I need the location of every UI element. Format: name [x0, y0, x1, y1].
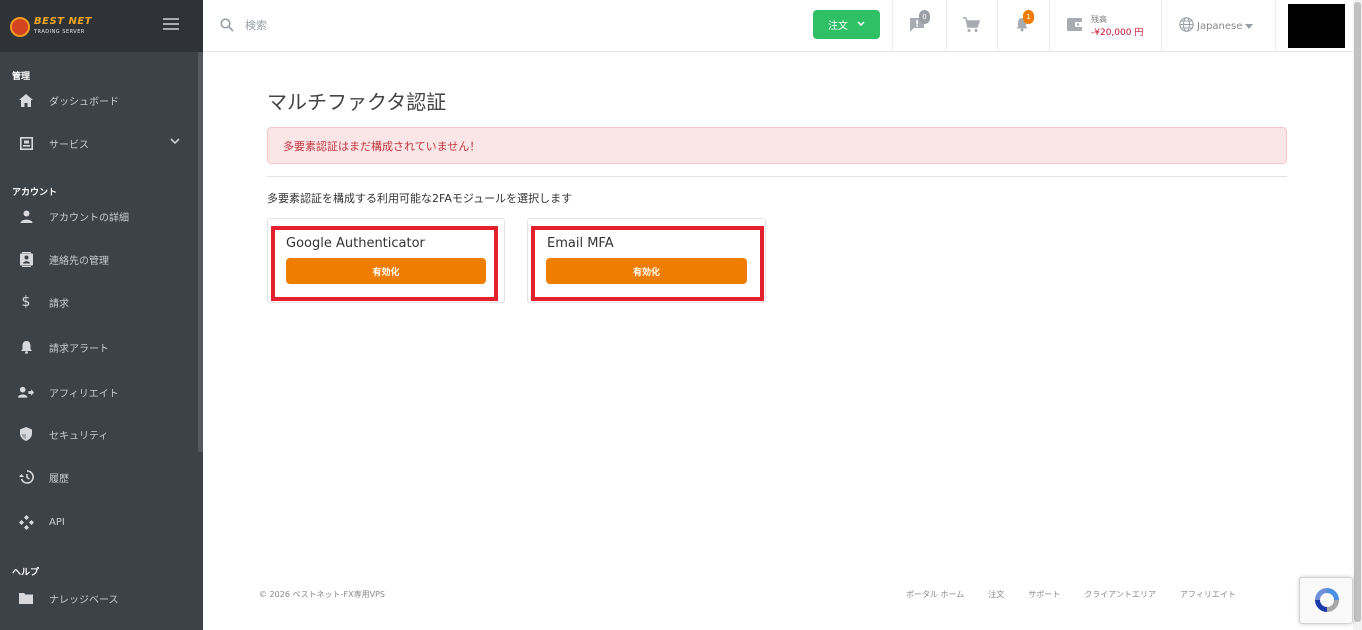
sidebar-section-manage: 管理 [12, 72, 31, 82]
sidebar-item-label: 履歴 [49, 473, 69, 485]
shield-icon [18, 426, 34, 442]
recaptcha-badge[interactable] [1299, 577, 1353, 624]
page-title: マルチファクタ認証 [267, 90, 447, 114]
sidebar-item-billing-alerts[interactable]: 請求アラート [0, 331, 198, 363]
sidebar-item-label: 連絡先の管理 [49, 255, 109, 267]
alert-text: 多要素認証はまだ構成されていません！ [283, 139, 481, 153]
language-label: Japanese [1197, 20, 1243, 32]
folder-icon [18, 590, 34, 606]
sidebar-item-label: アフィリエイト [49, 388, 119, 400]
sidebar-item-api[interactable]: API [0, 506, 198, 538]
divider [1049, 0, 1050, 52]
brand-logo[interactable]: BEST NET TRADING SERVER [8, 14, 98, 40]
messages-count-badge: 0 [919, 10, 930, 24]
sidebar-section-account: アカウント [12, 188, 58, 198]
sidebar-item-history[interactable]: 履歴 [0, 461, 198, 493]
sidebar-item-label: セキュリティ [49, 430, 109, 442]
caret-down-icon [1245, 21, 1254, 32]
module-card-google-authenticator: Google Authenticator 有効化 [267, 218, 505, 303]
divider [1275, 0, 1276, 52]
divider [1161, 0, 1162, 52]
footer-link-order[interactable]: 注文 [988, 589, 1004, 600]
page-scrollbar[interactable] [1353, 0, 1362, 630]
sidebar-item-billing[interactable]: $ 請求 [0, 286, 198, 318]
footer-link-support[interactable]: サポート [1028, 589, 1060, 600]
balance-label: 残高 [1091, 15, 1107, 24]
sidebar-item-label: アカウントの詳細 [49, 212, 129, 224]
sidebar-item-knowledgebase[interactable]: ナレッジベース [0, 582, 198, 614]
chevron-down-icon [170, 137, 180, 148]
sidebar-item-label: ナレッジベース [49, 594, 119, 606]
footer-link-client-area[interactable]: クライアントエリア [1084, 589, 1156, 600]
divider [946, 0, 947, 52]
search-input[interactable] [243, 12, 543, 38]
cart-icon[interactable] [963, 17, 981, 37]
copyright: © 2026 ベストネット-FX専用VPS [259, 590, 385, 599]
home-icon [18, 92, 34, 108]
user-icon [18, 208, 34, 224]
mfa-not-configured-alert: 多要素認証はまだ構成されていません！ [267, 127, 1287, 164]
footer-link-affiliates[interactable]: アフィリエイト [1180, 589, 1236, 600]
brand-title: BEST NET [34, 16, 92, 27]
divider [267, 176, 1287, 177]
sidebar-item-label: 請求アラート [49, 343, 109, 355]
sidebar-item-label: 請求 [49, 298, 69, 310]
search-icon[interactable] [220, 17, 234, 36]
sidebar-item-label: サービス [49, 139, 89, 151]
divider [997, 0, 998, 52]
sidebar-item-label: API [49, 516, 65, 528]
sidebar-item-contacts[interactable]: 連絡先の管理 [0, 243, 198, 275]
module-name: Email MFA [547, 236, 614, 251]
module-card-email-mfa: Email MFA 有効化 [527, 218, 766, 303]
sidebar-item-affiliates[interactable]: アフィリエイト [0, 376, 198, 408]
divider [892, 0, 893, 52]
services-icon [18, 135, 34, 151]
dollar-icon: $ [21, 294, 31, 310]
globe-icon [1179, 17, 1194, 35]
affiliate-icon [18, 384, 34, 400]
order-button[interactable]: 注文 [813, 10, 880, 39]
logo-bar: BEST NET TRADING SERVER [0, 0, 203, 52]
logo-mark-icon [10, 17, 30, 37]
recaptcha-icon [1312, 585, 1342, 619]
sidebar-scrollbar[interactable] [198, 52, 203, 452]
balance-value: -¥20,000 円 [1091, 28, 1144, 38]
api-icon [18, 514, 34, 530]
history-icon [18, 469, 34, 485]
brand-subtitle: TRADING SERVER [34, 29, 85, 35]
footer-links: ポータル ホーム 注文 サポート クライアントエリア アフィリエイト [906, 589, 1236, 600]
notifications-count-badge: 1 [1023, 10, 1034, 24]
enable-email-mfa-button[interactable]: 有効化 [546, 258, 747, 284]
sidebar: BEST NET TRADING SERVER 管理 ダッシュボード サービス … [0, 0, 203, 630]
hamburger-menu-icon[interactable] [163, 18, 179, 32]
contacts-icon [18, 251, 34, 267]
chevron-down-icon [857, 19, 865, 30]
top-bar: 注文 0 1 残高 -¥20,000 円 Japanese [203, 0, 1362, 52]
sidebar-item-account-details[interactable]: アカウントの詳細 [0, 200, 198, 232]
bell-icon [18, 339, 34, 355]
instruction-text: 多要素認証を構成する利用可能な2FAモジュールを選択します [267, 192, 573, 205]
footer-link-portal-home[interactable]: ポータル ホーム [906, 589, 964, 600]
avatar[interactable] [1288, 4, 1345, 48]
sidebar-item-dashboard[interactable]: ダッシュボード [0, 84, 198, 116]
language-selector[interactable]: Japanese [1179, 17, 1254, 35]
sidebar-item-services[interactable]: サービス [0, 127, 198, 159]
enable-google-authenticator-button[interactable]: 有効化 [286, 258, 486, 284]
sidebar-section-help: ヘルプ [12, 568, 40, 578]
sidebar-item-label: ダッシュボード [49, 96, 119, 108]
module-name: Google Authenticator [286, 236, 425, 251]
sidebar-item-security[interactable]: セキュリティ [0, 418, 198, 450]
order-button-label: 注文 [828, 21, 848, 32]
wallet-icon[interactable] [1067, 17, 1083, 36]
